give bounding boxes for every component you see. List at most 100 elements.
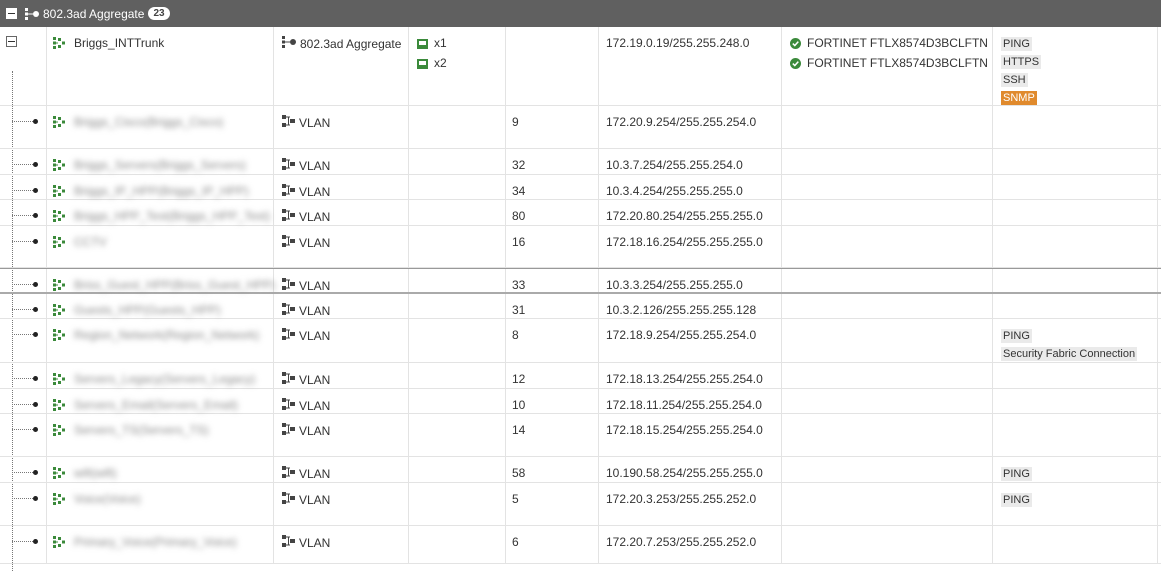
tree-branch (12, 541, 35, 542)
name-cell[interactable]: Briss_Guest_HPP(Briss_Guest_HPP) (47, 269, 275, 292)
interface-type: VLAN (299, 303, 331, 318)
administrative-access-cell: PING (993, 483, 1158, 525)
interface-name: Briggs_HPP_Test(Briggs_HPP_Test) (74, 209, 271, 223)
tree-branch (12, 472, 35, 473)
transceiver-cell (782, 389, 993, 413)
interface-icon (53, 159, 66, 171)
name-cell[interactable]: Primary_Voice(Primary_Voice) (47, 526, 274, 563)
transceiver-cell (782, 319, 993, 362)
administrative-access-cell (993, 269, 1158, 292)
interface-type: VLAN (299, 466, 331, 481)
tree-node-icon (33, 307, 38, 312)
transceiver-cell (782, 106, 993, 148)
port-icon (417, 38, 428, 49)
interface-name: Region_Network(Region_Network) (74, 328, 260, 342)
type-cell: VLAN (274, 526, 409, 563)
interface-name: Briggs_IP_HPP(Briggs_IP_HPP) (74, 184, 249, 198)
type-cell: VLAN (274, 414, 409, 456)
name-cell[interactable]: Servers_TS(Servers_TS) (47, 414, 274, 456)
table-row[interactable]: Primary_Voice(Primary_Voice) VLAN 6 172.20.… (0, 526, 1161, 564)
administrative-access-cell (993, 294, 1158, 318)
name-cell[interactable]: wifi(wifi) (47, 457, 274, 482)
table-row[interactable]: Guests_HPP(Guests_HPP) VLAN 31 10.3.2.126/2… (0, 294, 1161, 319)
vlan-id-cell: 10 (506, 389, 599, 413)
name-cell[interactable]: Briggs_IP_HPP(Briggs_IP_HPP) (47, 175, 274, 199)
tree-node-icon (33, 427, 38, 432)
name-cell[interactable]: Voice(Voice) (47, 483, 274, 525)
table-row[interactable]: Briggs_Servers(Briggs_Servers) VLAN 32 10.3… (0, 149, 1161, 175)
access-tag: PING (1001, 37, 1032, 51)
table-row[interactable]: Servers_Email(Servers_Email) VLAN 10 172.18… (0, 389, 1161, 414)
interface-icon (53, 304, 66, 316)
member-port[interactable]: x2 (417, 56, 505, 70)
table-row[interactable]: Briggs_INTTrunk 802.3ad Aggregate x1 x2 172.… (0, 27, 1161, 106)
interface-name: CCTV (74, 235, 107, 249)
table-row[interactable]: Voice(Voice) VLAN 5 172.20.3.253/255.255.25… (0, 483, 1161, 526)
interface-name: Voice(Voice) (74, 492, 141, 506)
ip-netmask-cell: 172.18.16.254/255.255.255.0 (599, 226, 782, 267)
table-row[interactable]: Briggs_IP_HPP(Briggs_IP_HPP) VLAN 34 10.3.4… (0, 175, 1161, 200)
name-cell[interactable]: Briggs_Servers(Briggs_Servers) (47, 149, 274, 174)
interface-name: Guests_HPP(Guests_HPP) (74, 303, 221, 317)
interface-type: VLAN (299, 328, 331, 343)
ip-netmask-cell: 172.18.13.254/255.255.254.0 (599, 363, 782, 388)
group-header[interactable]: 802.3ad Aggregate 23 (0, 0, 1161, 27)
tree-branch (12, 190, 35, 191)
ip-netmask-cell: 172.19.0.19/255.255.248.0 (599, 27, 782, 105)
members-cell (409, 269, 506, 292)
vlan-icon (282, 303, 295, 318)
ip-netmask-cell: 10.190.58.254/255.255.255.0 (599, 457, 782, 482)
vlan-id-cell: 32 (506, 149, 599, 174)
table-row[interactable]: wifi(wifi) VLAN 58 10.190.58.254/255.255.25… (0, 457, 1161, 483)
name-cell[interactable]: Servers_Legacy(Servers_Legacy) (47, 363, 274, 388)
name-cell[interactable]: Briggs_INTTrunk (47, 27, 274, 105)
interface-type: VLAN (299, 492, 331, 507)
tree-node-icon (33, 239, 38, 244)
vlan-icon (282, 235, 295, 250)
tree-cell (0, 363, 47, 388)
tree-node-icon (33, 282, 38, 287)
vlan-id-cell: 33 (506, 269, 599, 292)
table-row[interactable]: CCTV VLAN 16 172.18.16.254/255.255.255.0 (0, 226, 1161, 268)
interface-type: VLAN (299, 235, 331, 250)
table-row[interactable]: Servers_Legacy(Servers_Legacy) VLAN 12 172.… (0, 363, 1161, 389)
type-cell: VLAN (274, 363, 409, 388)
transceiver-cell (782, 414, 993, 456)
ip-netmask-cell: 172.18.15.254/255.255.254.0 (599, 414, 782, 456)
transceiver-cell (782, 483, 993, 525)
collapse-icon[interactable] (6, 8, 17, 19)
tree-cell (0, 457, 47, 482)
interface-type: VLAN (299, 158, 331, 173)
name-cell[interactable]: Guests_HPP(Guests_HPP) (47, 294, 274, 318)
vlan-icon (282, 278, 295, 293)
collapse-icon[interactable] (6, 36, 17, 47)
members-cell (409, 526, 506, 563)
table-row[interactable]: Briss_Guest_HPP(Briss_Guest_HPP) VLAN 33 10… (0, 268, 1161, 294)
name-cell[interactable]: Briggs_Cisco(Briggs_Cisco) (47, 106, 274, 148)
member-port[interactable]: x1 (417, 36, 505, 50)
administrative-access-cell: PING HTTPS SSH SNMP (993, 27, 1158, 105)
port-icon (417, 58, 428, 69)
table-row[interactable]: Servers_TS(Servers_TS) VLAN 14 172.18.15.25… (0, 414, 1161, 457)
type-cell: VLAN (274, 319, 409, 362)
table-row[interactable]: Briggs_HPP_Test(Briggs_HPP_Test) VLAN 80 17… (0, 200, 1161, 226)
name-cell[interactable]: Region_Network(Region_Network) (47, 319, 274, 362)
ip-netmask-cell: 10.3.4.254/255.255.255.0 (599, 175, 782, 199)
name-cell[interactable]: Servers_Email(Servers_Email) (47, 389, 274, 413)
members-cell: x1 x2 (409, 27, 506, 105)
transceiver-cell (782, 457, 993, 482)
tree-cell (0, 149, 47, 174)
tree-branch (12, 215, 35, 216)
name-cell[interactable]: Briggs_HPP_Test(Briggs_HPP_Test) (47, 200, 274, 225)
ip-netmask-cell: 172.20.9.254/255.255.254.0 (599, 106, 782, 148)
access-tag: PING (1001, 329, 1032, 343)
table-row[interactable]: Region_Network(Region_Network) VLAN 8 172.1… (0, 319, 1161, 363)
table-row[interactable]: Briggs_Cisco(Briggs_Cisco) VLAN 9 172.20.9.… (0, 106, 1161, 149)
name-cell[interactable]: CCTV (47, 226, 274, 267)
check-icon (790, 57, 801, 69)
interface-icon (53, 467, 66, 479)
tree-cell (0, 294, 47, 318)
tree-cell (0, 175, 47, 199)
vlan-id-cell: 5 (506, 483, 599, 525)
transceiver-cell (782, 226, 993, 267)
